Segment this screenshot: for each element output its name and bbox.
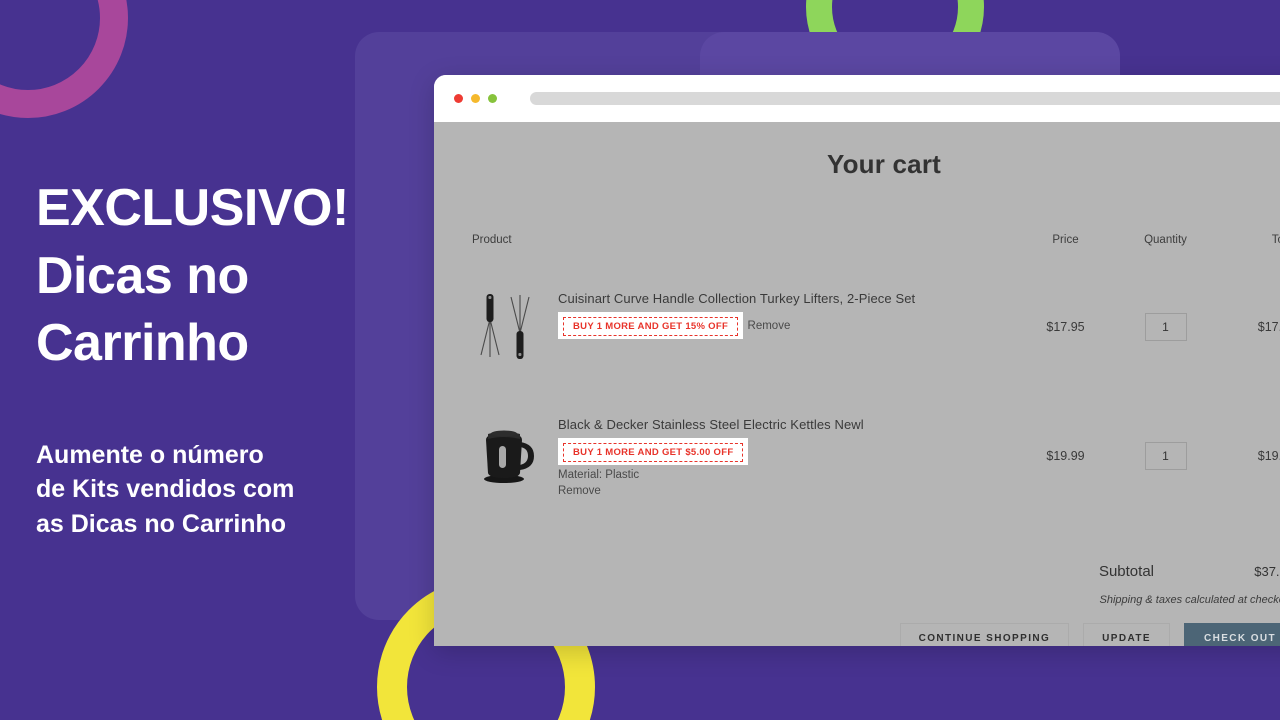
update-cart-button[interactable]: UPDATE xyxy=(1083,622,1170,646)
promo-badge-label: BUY 1 MORE AND GET $5.00 OFF xyxy=(563,442,744,462)
cart-action-buttons: CONTINUE SHOPPING UPDATE CHECK OUT xyxy=(472,622,1280,646)
column-header-quantity: Quantity xyxy=(1144,234,1187,246)
product-variant: Material: Plastic xyxy=(558,468,640,481)
cart-item-price: $19.99 xyxy=(1046,449,1085,464)
promo-badge: BUY 1 MORE AND GET 15% OFF xyxy=(558,311,744,339)
address-bar[interactable] xyxy=(530,92,1280,105)
subtotal-label: Subtotal xyxy=(1098,562,1154,580)
product-title[interactable]: Black & Decker Stainless Steel Electric … xyxy=(558,416,864,435)
hero-text-block: EXCLUSIVO! Dicas no Carrinho Aumente o n… xyxy=(36,175,406,541)
subtotal-row: Subtotal $37.94 xyxy=(472,563,1280,580)
checkout-button[interactable]: CHECK OUT xyxy=(1183,622,1280,646)
cart-footer: Subtotal $37.94 Shipping & taxes calcula… xyxy=(472,563,1280,646)
promo-badge-label: BUY 1 MORE AND GET 15% OFF xyxy=(563,316,739,336)
cart-item-quantity-cell xyxy=(1113,442,1218,471)
cart-item-price: $17.95 xyxy=(1046,320,1085,334)
table-row: Cuisinart Curve Handle Collection Turkey… xyxy=(472,276,1280,378)
turkey-lifters-thumbnail xyxy=(472,288,542,366)
page-title: Your cart xyxy=(826,149,941,179)
quantity-input[interactable] xyxy=(1144,313,1187,341)
table-row: Black & Decker Stainless Steel Electric … xyxy=(472,402,1280,511)
remove-link[interactable]: Remove xyxy=(748,320,791,332)
continue-shopping-button[interactable]: CONTINUE SHOPPING xyxy=(899,622,1070,646)
column-header-price: Price xyxy=(1052,234,1079,246)
cart-table: Product Price Quantity Total xyxy=(472,234,1280,511)
minimize-dot-icon[interactable] xyxy=(471,94,480,103)
column-header-product: Product xyxy=(472,234,512,246)
hero-subtitle: Aumente o número de Kits vendidos com as… xyxy=(36,440,295,538)
close-dot-icon[interactable] xyxy=(454,94,463,103)
cart-item-quantity-cell xyxy=(1113,313,1218,341)
maximize-dot-icon[interactable] xyxy=(488,94,497,103)
cart-item-product-cell: Black & Decker Stainless Steel Electric … xyxy=(472,414,1018,499)
magenta-ring-decoration xyxy=(0,0,128,118)
cart-item-total: $19.99 xyxy=(1257,449,1280,464)
hero-title: EXCLUSIVO! Dicas no Carrinho xyxy=(36,179,349,373)
browser-chrome-bar xyxy=(434,75,1280,122)
cart-item-product-cell: Cuisinart Curve Handle Collection Turkey… xyxy=(472,288,1018,366)
cart-item-total: $17.95 xyxy=(1257,320,1280,334)
electric-kettle-thumbnail xyxy=(472,414,542,492)
remove-link[interactable]: Remove xyxy=(558,485,601,497)
cart-table-header: Product Price Quantity Total xyxy=(472,234,1280,252)
product-title[interactable]: Cuisinart Curve Handle Collection Turkey… xyxy=(558,290,915,309)
cart-page: Your cart Product Price Quantity Total xyxy=(434,122,1280,646)
subtotal-value: $37.94 xyxy=(1254,563,1280,579)
cart-item-info: Cuisinart Curve Handle Collection Turkey… xyxy=(558,288,915,339)
promo-badge: BUY 1 MORE AND GET $5.00 OFF xyxy=(558,437,749,465)
cart-item-info: Black & Decker Stainless Steel Electric … xyxy=(558,414,864,499)
shipping-note: Shipping & taxes calculated at checkout xyxy=(1099,593,1280,606)
quantity-input[interactable] xyxy=(1144,442,1187,471)
traffic-lights xyxy=(454,94,497,103)
browser-window: Your cart Product Price Quantity Total xyxy=(434,75,1280,646)
column-header-total: Total xyxy=(1271,234,1280,246)
